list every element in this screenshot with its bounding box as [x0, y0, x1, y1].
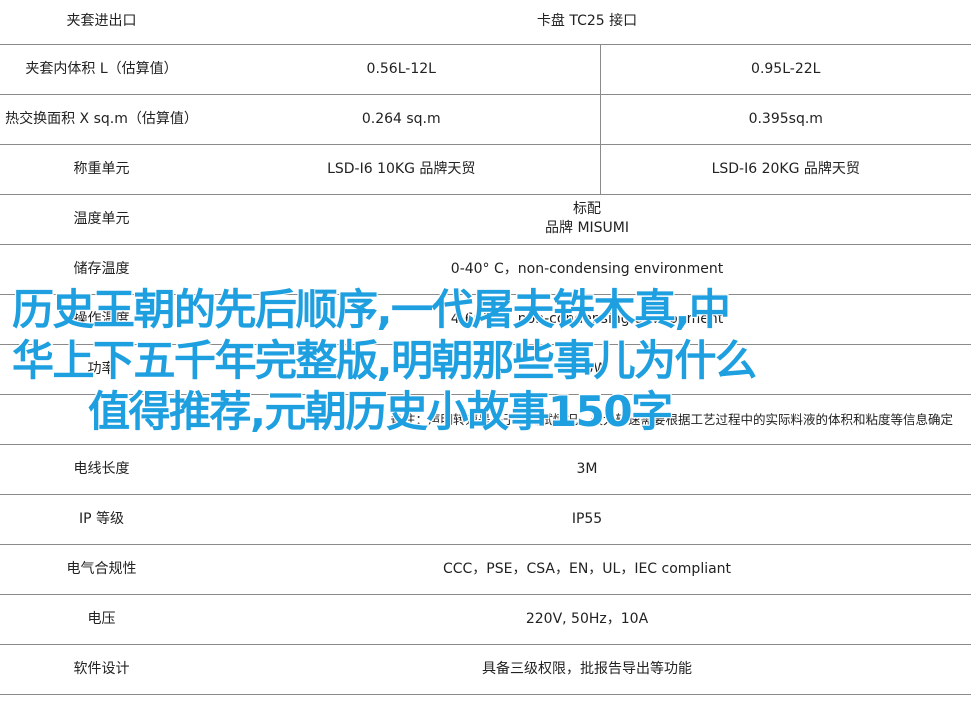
row-value: 具备三级权限，批报告导出等功能	[203, 644, 971, 695]
table-row: 夹套进出口 卡盘 TC25 接口	[0, 0, 971, 45]
row-value: 卡盘 TC25 接口	[203, 0, 971, 45]
row-value-line: 标配	[573, 201, 601, 217]
table-row: 软件设计 具备三级权限，批报告导出等功能	[0, 644, 971, 695]
row-label: 温度单元	[0, 194, 203, 245]
table-row: 功率 600W	[0, 344, 971, 395]
table-row: 称重单元 LSD-I6 10KG 品牌天贸 LSD-I6 20KG 品牌天贸	[0, 144, 971, 195]
table-row: 热交换面积 X sq.m（估算值） 0.264 sq.m 0.395sq.m	[0, 94, 971, 145]
row-label: 夹套进出口	[0, 0, 203, 45]
row-value-small: 0.56L-12L	[203, 44, 601, 95]
row-label: 操作温度	[0, 294, 203, 345]
row-label: 储存温度	[0, 244, 203, 295]
row-value: 0-40° C，non-condensing environment	[203, 244, 971, 295]
table-row: 电气合规性 CCC，PSE，CSA，EN，UL，IEC compliant	[0, 544, 971, 595]
row-value-large: 0.95L-22L	[600, 44, 971, 95]
table-row: 电线长度 3M	[0, 444, 971, 495]
table-row: 备注：声明转速是基于水测试情况。最大转速需要根据工艺过程中的实际料液的体积和粘度…	[0, 394, 971, 445]
table-row: 温度单元 标配 品牌 MISUMI	[0, 194, 971, 245]
row-value: 220V, 50Hz，10A	[203, 594, 971, 645]
table-row: 电压 220V, 50Hz，10A	[0, 594, 971, 645]
note-cell: 备注：声明转速是基于水测试情况。最大转速需要根据工艺过程中的实际料液的体积和粘度…	[203, 394, 971, 445]
row-label: 功率	[0, 344, 203, 395]
row-label: IP 等级	[0, 494, 203, 545]
row-label: 电压	[0, 594, 203, 645]
row-label: 电气合规性	[0, 544, 203, 595]
row-label: 软件设计	[0, 644, 203, 695]
row-label: 热交换面积 X sq.m（估算值）	[0, 94, 203, 145]
row-value-small: LSD-I6 10KG 品牌天贸	[203, 144, 601, 195]
table-row: 操作温度 4-60° C，non-condensing environment	[0, 294, 971, 345]
row-value-small: 0.264 sq.m	[203, 94, 601, 145]
table-row: 储存温度 0-40° C，non-condensing environment	[0, 244, 971, 295]
row-value: 3M	[203, 444, 971, 495]
row-value: 600W	[203, 344, 971, 395]
table-row: IP 等级 IP55	[0, 494, 971, 545]
table-row: 夹套内体积 L（估算值） 0.56L-12L 0.95L-22L	[0, 44, 971, 95]
row-label: 电线长度	[0, 444, 203, 495]
row-label: 称重单元	[0, 144, 203, 195]
row-value-line: 品牌 MISUMI	[545, 220, 629, 236]
row-value-large: 0.395sq.m	[600, 94, 971, 145]
row-label	[0, 394, 203, 445]
row-value: CCC，PSE，CSA，EN，UL，IEC compliant	[203, 544, 971, 595]
row-value: 4-60° C，non-condensing environment	[203, 294, 971, 345]
row-value-large: LSD-I6 20KG 品牌天贸	[600, 144, 971, 195]
spec-table: 夹套进出口 卡盘 TC25 接口 夹套内体积 L（估算值） 0.56L-12L 0.95…	[0, 0, 971, 695]
row-value: 标配品牌 MISUMI	[203, 194, 971, 245]
row-value: IP55	[203, 494, 971, 545]
row-label: 夹套内体积 L（估算值）	[0, 44, 203, 95]
